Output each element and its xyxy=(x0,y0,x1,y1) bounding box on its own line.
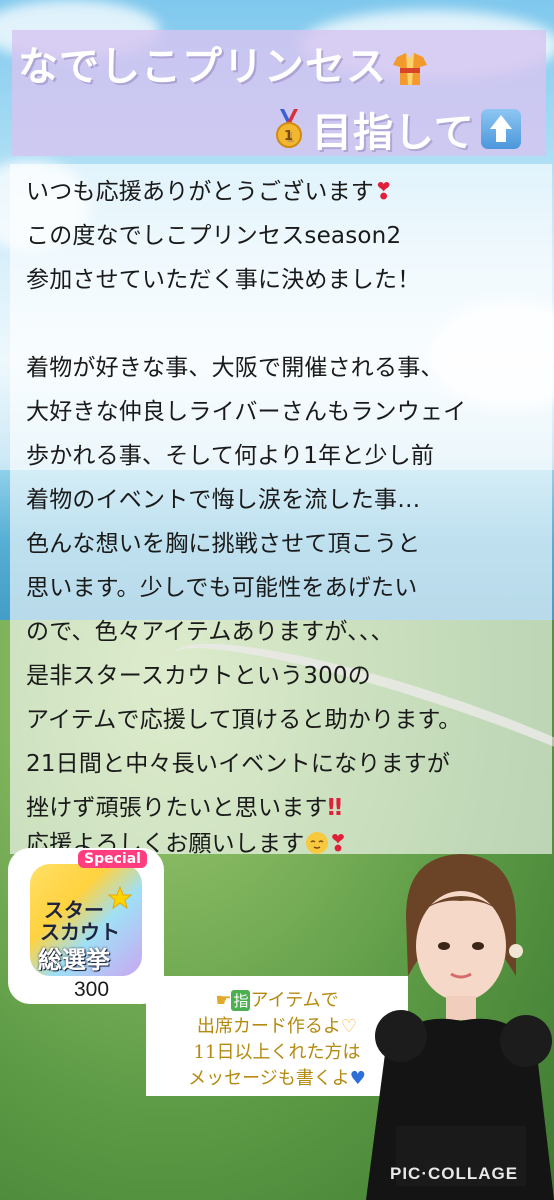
star-icon xyxy=(108,886,132,910)
message-line: ので、色々アイテムありますが、、、 xyxy=(26,619,394,645)
message-line: アイテムで応援して頂けると助かります。 xyxy=(26,707,462,733)
badge-value: 300 xyxy=(74,978,110,1001)
kimono-icon xyxy=(393,51,427,87)
pic-collage-watermark: PIC·COLLAGE xyxy=(390,1164,519,1183)
title-text-2: 目指して xyxy=(312,110,475,156)
double-exclamation-icon: ‼ xyxy=(327,795,343,821)
title-line1: なでしこプリンセス xyxy=(18,34,427,92)
message-line: 参加させていただく事に決めました！ xyxy=(26,267,421,293)
pointing-finger-icon: ☛ xyxy=(215,990,232,1011)
message-line: 是非スタースカウトという300の xyxy=(26,663,371,689)
title-line2: 1 目指して xyxy=(274,100,521,158)
heart-exclamation-icon: ❣ xyxy=(328,831,348,857)
message-line: 歩かれる事、そして何より1年と少し前 xyxy=(26,443,435,469)
star-scout-app-icon: スター スカウト 総選挙 xyxy=(30,864,142,976)
finger-kanji-icon: 指 xyxy=(231,990,251,1011)
hands-heart-icon: ♡ xyxy=(340,1016,358,1037)
portrait-photo xyxy=(366,846,554,1200)
special-label: Special xyxy=(78,850,147,868)
message-line: 大好きな仲良しライバーさんもランウェイ xyxy=(26,399,467,425)
message-line: 21日間と中々長いイベントになりますが xyxy=(26,751,451,777)
message-line: この度なでしこプリンセスseason2 xyxy=(26,223,402,249)
message-line: 思います。少しでも可能性をあげたい xyxy=(26,575,418,601)
star-scout-badge: スター スカウト 総選挙 Special 300 xyxy=(8,848,164,1004)
message-line: いつも応援ありがとうございます❣ xyxy=(26,179,394,205)
svg-text:1: 1 xyxy=(284,129,294,144)
relieved-face-icon xyxy=(306,832,329,854)
medal-icon: 1 xyxy=(274,109,304,149)
title-text-1: なでしこプリンセス xyxy=(18,44,387,90)
message-line: 着物が好きな事、大阪で開催される事、 xyxy=(26,355,444,381)
badge-name-line3: 総選挙 xyxy=(38,946,110,974)
message-box: いつも応援ありがとうございます❣ この度なでしこプリンセスseason2 参加さ… xyxy=(10,164,552,854)
message-line: 挫けず頑張りたいと思います‼ xyxy=(26,795,343,821)
blue-heart-icon: ♥ xyxy=(349,1068,366,1089)
heart-exclamation-icon: ❣ xyxy=(374,179,394,205)
up-arrow-icon xyxy=(480,109,521,149)
message-line: 着物のイベントで悔し涙を流した事… xyxy=(26,487,421,513)
message-line: 色んな想いを胸に挑戦させて頂こうと xyxy=(26,531,421,557)
